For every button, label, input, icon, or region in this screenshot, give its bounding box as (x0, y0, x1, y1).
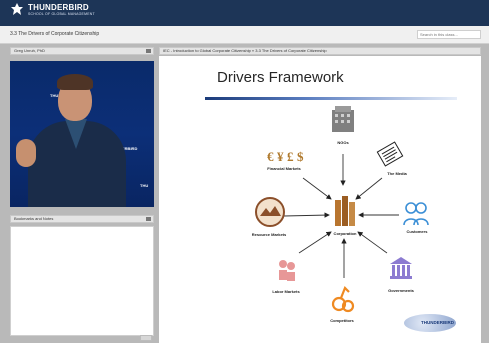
newspaper-icon (376, 141, 404, 167)
brand-text: THUNDERBIRD SCHOOL OF GLOBAL MANAGEMENT (28, 3, 95, 16)
competitors-icon (331, 286, 355, 313)
arrow-financial (302, 177, 332, 200)
node-label-corporation: Corporation (333, 231, 357, 236)
node-label-resource: Resource Markets (251, 232, 287, 237)
presenter-panel-header: Greg Unruh, PhD (10, 47, 154, 55)
slide-logo: THUNDERBIRD (404, 314, 456, 332)
currency-icon: € ¥ £ $ (267, 149, 304, 163)
arrow-labor (298, 231, 332, 254)
video-player[interactable]: THUNDERBIRD THUNDERBIRD THU (10, 61, 154, 207)
slide-logo-text: THUNDERBIRD (421, 320, 454, 325)
svg-text:$: $ (297, 149, 304, 163)
brand-name: THUNDERBIRD (28, 2, 89, 12)
panel-toggle-button[interactable] (146, 217, 151, 221)
thunderbird-bird-icon (11, 3, 23, 15)
brand-tagline: SCHOOL OF GLOBAL MANAGEMENT (28, 11, 95, 16)
svg-text:€: € (267, 149, 274, 163)
government-icon (390, 257, 412, 279)
node-label-ngos: NGOs (337, 140, 349, 145)
svg-text:¥: ¥ (277, 149, 284, 163)
framework-arrows (283, 154, 399, 278)
svg-text:£: £ (287, 149, 294, 163)
slide-content: Drivers Framework NGOs € ¥ £ $ Financial… (159, 56, 481, 343)
slide-breadcrumb: IEC - Introduction to Global Corporate C… (163, 48, 327, 53)
notes-resize-handle[interactable] (140, 335, 152, 341)
course-title: 3.3 The Drivers of Corporate Citizenship (10, 31, 100, 37)
customers-icon (403, 202, 429, 226)
bookmarks-title: Bookmarks and Notes (14, 216, 54, 221)
notes-area[interactable] (10, 226, 154, 336)
node-label-media: The Media (387, 171, 407, 176)
presenter-hand (16, 139, 36, 167)
presenter-name: Greg Unruh, PhD (14, 48, 45, 53)
search-input[interactable] (417, 30, 481, 39)
resource-icon (255, 197, 285, 227)
video-watermark: THU (140, 183, 149, 188)
arrow-media (355, 177, 383, 200)
labor-icon (279, 260, 295, 281)
arrow-resource (283, 212, 330, 218)
node-label-customers: Customers (406, 229, 428, 234)
thunderbird-logo[interactable]: THUNDERBIRD SCHOOL OF GLOBAL MANAGEMENT (10, 2, 95, 16)
presenter-hair (57, 74, 93, 90)
bookmarks-panel-header: Bookmarks and Notes (10, 215, 154, 223)
top-bar: THUNDERBIRD SCHOOL OF GLOBAL MANAGEMENT (0, 0, 489, 26)
corporation-icon (335, 196, 355, 226)
node-label-governments: Governments (388, 288, 414, 293)
arrow-governments (357, 231, 388, 254)
node-label-competitors: Competitors (330, 318, 354, 323)
building-icon (332, 106, 354, 132)
course-title-bar: 3.3 The Drivers of Corporate Citizenship (0, 26, 489, 44)
slide-panel-header: IEC - Introduction to Global Corporate C… (159, 47, 481, 55)
panel-toggle-button[interactable] (146, 49, 151, 53)
node-label-financial: Financial Markets (267, 166, 301, 171)
node-label-labor: Labor Markets (272, 289, 300, 294)
